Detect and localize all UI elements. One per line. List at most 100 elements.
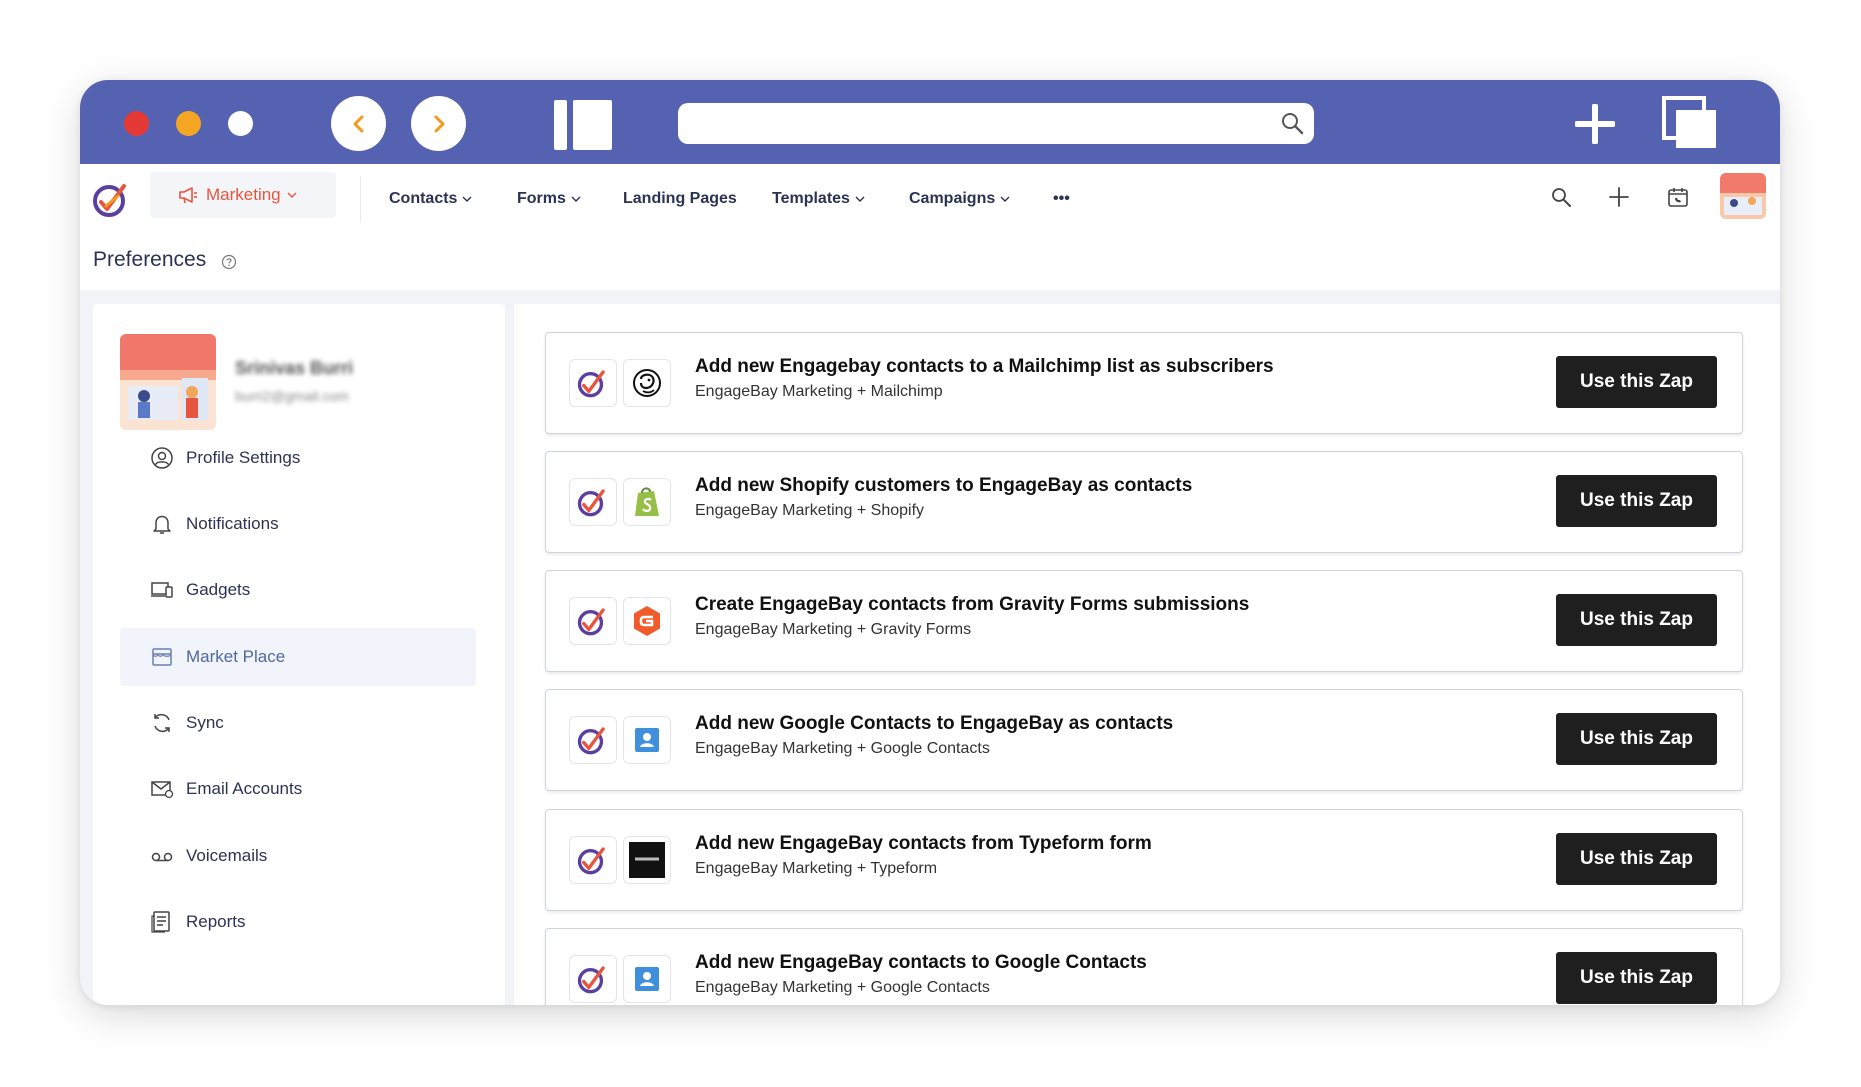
engagebay-app-icon [569,478,617,526]
typeform-icon [623,836,671,884]
zap-card: Add new EngageBay contacts from Typeform… [545,809,1743,911]
engagebay-app-icon [569,716,617,764]
zap-title: Add new EngageBay contacts from Typeform… [695,833,1152,854]
chevron-down-icon [462,196,472,202]
user-avatar[interactable] [1720,173,1766,219]
browser-window: Marketing Contacts Forms Landing Pages T… [80,80,1780,1005]
plus-icon[interactable] [1608,186,1630,208]
zap-subtitle: EngageBay Marketing + Shopify [695,502,925,519]
browser-titlebar [80,80,1780,164]
sidebar-item-label: Voicemails [186,846,268,865]
page-title-bar: Preferences [80,234,1780,290]
report-icon [150,910,174,934]
zap-list: Add new Engagebay contacts to a Mailchim… [514,304,1780,1005]
sidebar-item-gadgets[interactable]: Gadgets [120,561,476,619]
zap-title: Add new Engagebay contacts to a Mailchim… [695,356,1274,377]
calendar-phone-icon[interactable] [1667,186,1689,208]
profile-avatar-image [120,334,216,430]
google-contacts-icon [623,955,671,1003]
chevron-down-icon [1000,196,1010,202]
menu-forms-label: Forms [517,190,566,207]
sidebar-item-notifications[interactable]: Notifications [120,495,476,553]
zap-card: Add new Google Contacts to EngageBay as … [545,689,1743,791]
header-divider [360,176,361,222]
forward-button[interactable] [411,96,466,151]
email-accounts-icon [150,777,174,801]
sidebar-item-voicemails[interactable]: Voicemails [120,827,476,885]
sidebar-item-market-place[interactable]: Market Place [120,628,476,686]
back-button[interactable] [331,96,386,151]
chevron-left-icon [353,115,363,132]
sidebar-item-label: Notifications [186,514,279,533]
sidebar-item-label: Profile Settings [186,448,301,467]
store-icon [150,645,174,669]
sidebar-item-label: Email Accounts [186,779,303,798]
chevron-down-icon [287,192,297,198]
zap-subtitle: EngageBay Marketing + Gravity Forms [695,621,972,638]
engagebay-app-icon [569,955,617,1003]
search-icon[interactable] [1550,186,1572,208]
zap-card: Create EngageBay contacts from Gravity F… [545,570,1743,672]
more-menu-label: ••• [1053,190,1070,207]
menu-landing-pages[interactable]: Landing Pages [623,164,737,234]
use-zap-button[interactable]: Use this Zap [1556,713,1717,765]
use-zap-button[interactable]: Use this Zap [1556,833,1717,885]
zap-card: Add new Shopify customers to EngageBay a… [545,451,1743,553]
sidebar-item-label: Reports [186,912,246,931]
sidebar-item-sync[interactable]: Sync [120,694,476,752]
sidebar-toggle-icon[interactable] [554,100,612,150]
address-bar[interactable] [678,103,1314,144]
use-zap-button[interactable]: Use this Zap [1556,356,1717,408]
module-label: Marketing [206,185,281,204]
zap-title: Add new EngageBay contacts to Google Con… [695,952,1147,973]
page-title: Preferences [93,248,207,271]
menu-contacts[interactable]: Contacts [389,164,472,234]
menu-templates-label: Templates [772,190,850,207]
gravity-forms-icon [623,597,671,645]
profile-email: burri2@gmail.com [235,388,349,404]
new-tab-icon[interactable] [1575,104,1615,144]
zap-card: Add new EngageBay contacts to Google Con… [545,928,1743,1005]
engagebay-app-icon [569,836,617,884]
menu-forms[interactable]: Forms [517,164,581,234]
google-contacts-icon [623,716,671,764]
engagebay-logo-icon[interactable] [92,180,132,218]
sidebar-item-reports[interactable]: Reports [120,893,476,951]
megaphone-icon [179,187,197,204]
more-menu-button[interactable]: ••• [1053,164,1070,234]
zap-subtitle: EngageBay Marketing + Google Contacts [695,979,990,996]
preferences-sidebar: Srinivas Burri burri2@gmail.com Profile … [93,304,505,1005]
mailchimp-icon [623,359,671,407]
app-header: Marketing Contacts Forms Landing Pages T… [80,164,1780,235]
minimize-window-button[interactable] [176,111,201,136]
use-zap-button[interactable]: Use this Zap [1556,594,1717,646]
profile-avatar [120,334,216,430]
zap-title: Add new Shopify customers to EngageBay a… [695,475,1193,496]
sync-icon [150,711,174,735]
sidebar-item-profile-settings[interactable]: Profile Settings [120,429,476,487]
search-icon [1282,113,1304,135]
sidebar-item-email-accounts[interactable]: Email Accounts [120,760,476,818]
module-switcher[interactable]: Marketing [150,172,336,218]
menu-campaigns[interactable]: Campaigns [909,164,1010,234]
zap-card: Add new Engagebay contacts to a Mailchim… [545,332,1743,434]
user-circle-icon [150,446,174,470]
engagebay-app-icon [569,359,617,407]
use-zap-button[interactable]: Use this Zap [1556,475,1717,527]
bell-icon [150,512,174,536]
zap-subtitle: EngageBay Marketing + Mailchimp [695,383,943,400]
zap-title: Add new Google Contacts to EngageBay as … [695,713,1174,734]
close-window-button[interactable] [124,111,149,136]
menu-templates[interactable]: Templates [772,164,865,234]
sidebar-item-label: Sync [186,713,224,732]
menu-campaigns-label: Campaigns [909,190,996,207]
help-icon[interactable] [221,254,237,270]
use-zap-button[interactable]: Use this Zap [1556,952,1717,1004]
zoom-window-button[interactable] [228,111,253,136]
chevron-down-icon [571,196,581,202]
zap-title: Create EngageBay contacts from Gravity F… [695,594,1250,615]
menu-contacts-label: Contacts [389,190,458,207]
zap-subtitle: EngageBay Marketing + Typeform [695,860,938,877]
avatar-image [1720,173,1766,219]
tabs-overview-icon[interactable] [1662,96,1718,150]
